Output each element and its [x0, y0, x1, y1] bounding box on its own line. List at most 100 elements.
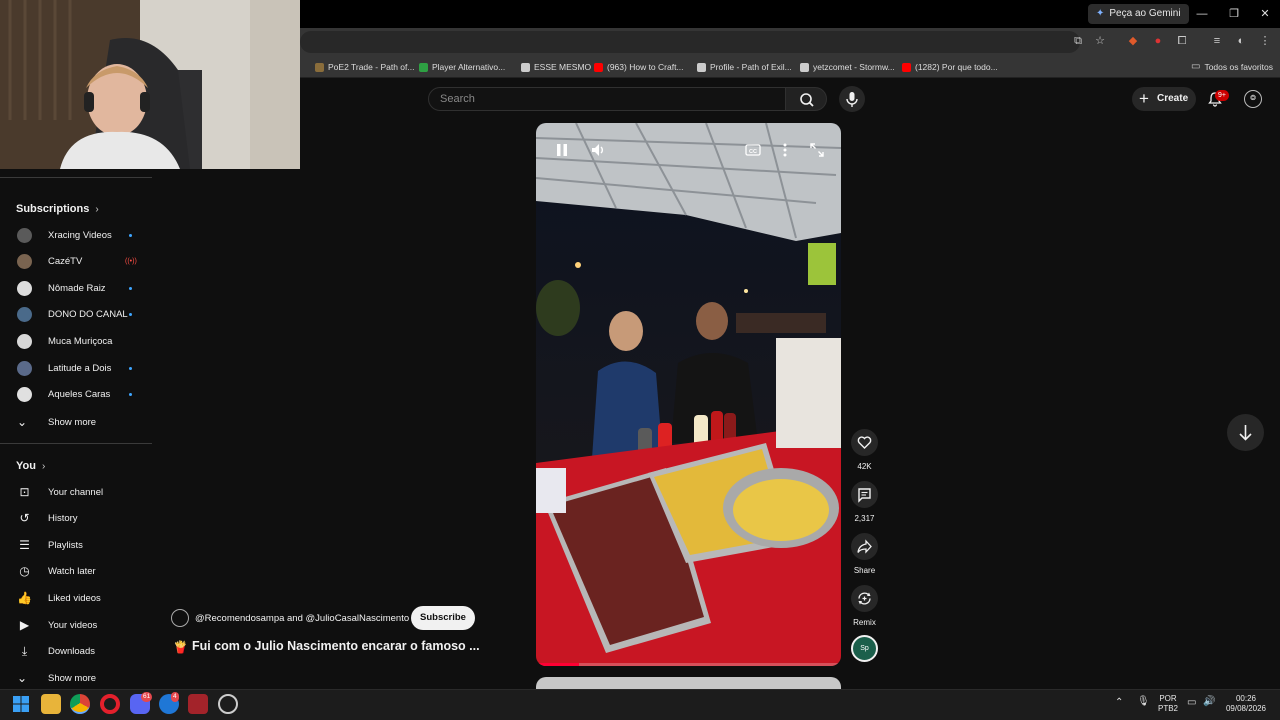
- pause-icon: [557, 144, 567, 156]
- bookmark-item[interactable]: yetzcomet - Stormw...: [800, 58, 895, 76]
- all-favorites-folder[interactable]: ▭ Todos os favoritos: [1191, 58, 1273, 76]
- gemini-button[interactable]: ✦ Peça ao Gemini: [1088, 4, 1189, 24]
- clock[interactable]: 00:26 09/08/2026: [1222, 694, 1270, 714]
- channel-avatar: [17, 333, 32, 349]
- share-icon: [857, 539, 872, 554]
- share-button[interactable]: [851, 533, 878, 560]
- subscriptions-heading[interactable]: Subscriptions ›: [16, 201, 116, 217]
- language-code: POR: [1159, 694, 1177, 703]
- discord-badge: 61: [141, 692, 153, 702]
- you-heading-label: You: [16, 460, 36, 472]
- subscription-label: Aqueles Caras: [48, 389, 111, 401]
- extensions-puzzle-icon[interactable]: ⧠: [1175, 34, 1189, 48]
- extension-fox-icon[interactable]: ◆: [1126, 34, 1140, 48]
- steam-app-icon[interactable]: [218, 694, 238, 714]
- you-item[interactable]: ☰ Playlists: [0, 532, 152, 558]
- windows-start-icon[interactable]: [13, 696, 29, 712]
- subscription-item[interactable]: Nômade Raiz: [0, 275, 152, 301]
- you-item[interactable]: ▶ Your videos: [0, 612, 152, 638]
- show-more-label: Show more: [48, 416, 97, 428]
- channel-name-link[interactable]: @Recomendosampa and @JulioCasalNasciment…: [195, 613, 409, 624]
- account-avatar[interactable]: ❂: [1244, 90, 1262, 108]
- keyboard-layout: PTB2: [1157, 704, 1178, 713]
- tray-overflow-icon[interactable]: ⌃: [1115, 697, 1123, 708]
- tray-microphone-icon[interactable]: 🎙: [1137, 696, 1150, 707]
- subscription-item[interactable]: Muca Muriçoca: [0, 328, 152, 354]
- webcam-overlay: [0, 0, 300, 169]
- language-indicator[interactable]: POR PTB2: [1155, 694, 1181, 714]
- subscription-item[interactable]: Aqueles Caras: [0, 382, 152, 408]
- pause-button[interactable]: [553, 141, 571, 159]
- media-controls-icon[interactable]: ≡: [1210, 34, 1224, 48]
- file-explorer-icon[interactable]: [41, 694, 61, 714]
- opera-icon[interactable]: [100, 694, 120, 714]
- bookmark-item[interactable]: ESSE MESMO: [521, 58, 591, 76]
- restore-window-icon[interactable]: ❐: [1226, 6, 1242, 22]
- comments-button[interactable]: [851, 481, 878, 508]
- you-item[interactable]: ⤓ Downloads: [0, 639, 152, 665]
- install-app-icon[interactable]: ⧉: [1071, 34, 1085, 48]
- bookmark-star-icon[interactable]: ☆: [1093, 34, 1107, 48]
- clock-date: 09/08/2026: [1225, 704, 1267, 713]
- subscription-item[interactable]: Xracing Videos: [0, 222, 152, 248]
- you-item[interactable]: ◷ Watch later: [0, 559, 152, 585]
- short-video-player[interactable]: [536, 123, 841, 666]
- voice-search-button[interactable]: [839, 86, 865, 112]
- bookmark-label: (963) How to Craft...: [607, 62, 684, 72]
- video-progress-track[interactable]: [536, 663, 841, 666]
- you-item-label: Downloads: [48, 646, 95, 658]
- search-icon: [800, 93, 814, 107]
- bookmark-item[interactable]: Player Alternativo...: [419, 58, 505, 76]
- bookmark-item[interactable]: Profile - Path of Exil...: [697, 58, 792, 76]
- bookmark-item[interactable]: (963) How to Craft...: [594, 58, 684, 76]
- you-item[interactable]: ↺ History: [0, 506, 152, 532]
- extension-record-icon[interactable]: ●: [1151, 34, 1165, 48]
- network-icon[interactable]: ▭: [1187, 697, 1196, 708]
- browser-menu-icon[interactable]: ⋮: [1258, 34, 1272, 48]
- close-window-icon[interactable]: ✕: [1257, 6, 1273, 22]
- you-item[interactable]: 👍 Liked videos: [0, 585, 152, 611]
- captions-button[interactable]: CC: [744, 141, 762, 159]
- remix-button[interactable]: [851, 585, 878, 612]
- you-show-more[interactable]: ⌄ Show more: [0, 665, 152, 691]
- speaker-icon[interactable]: 🔊: [1203, 696, 1215, 707]
- chrome-icon[interactable]: [70, 694, 90, 714]
- bookmark-item[interactable]: PoE2 Trade - Path of...: [315, 58, 414, 76]
- next-short-button[interactable]: [1227, 414, 1264, 451]
- minimize-window-icon[interactable]: —: [1194, 6, 1210, 22]
- you-heading[interactable]: You ›: [16, 458, 76, 474]
- arrow-down-icon: [1239, 425, 1252, 441]
- fullscreen-button[interactable]: [808, 141, 826, 159]
- channel-avatar: [17, 280, 32, 296]
- more-vertical-icon: [783, 143, 787, 157]
- subscription-item[interactable]: Latitude a Dois: [0, 355, 152, 381]
- subscriptions-show-more[interactable]: ⌄ Show more: [0, 409, 152, 435]
- like-button[interactable]: [851, 429, 878, 456]
- subscription-item[interactable]: DONO DO CANAL: [0, 302, 152, 328]
- address-bar[interactable]: [300, 31, 1080, 53]
- subscribe-button[interactable]: Subscribe: [411, 606, 475, 630]
- live-icon: ((•)): [125, 258, 137, 266]
- channel-avatar[interactable]: [171, 609, 189, 627]
- gemini-sparkle-icon: ✦: [1096, 8, 1105, 19]
- search-button[interactable]: [785, 87, 827, 111]
- bookmark-favicon-icon: [697, 62, 706, 72]
- subscription-label: DONO DO CANAL: [48, 309, 128, 321]
- new-content-dot: [129, 286, 132, 290]
- captions-icon: CC: [745, 144, 761, 156]
- next-short-preview[interactable]: [536, 677, 841, 689]
- volume-button[interactable]: [589, 141, 607, 159]
- more-options-button[interactable]: [776, 141, 794, 159]
- subscription-item[interactable]: CazéTV ((•)): [0, 249, 152, 275]
- channel-avatar: [17, 307, 32, 323]
- sound-source-avatar[interactable]: Sp: [851, 635, 878, 662]
- video-frame-image: [536, 123, 841, 666]
- short-title[interactable]: Fui com o Julio Nascimento encarar o fam…: [192, 639, 480, 653]
- game-app-icon[interactable]: [188, 694, 208, 714]
- like-count: 42K: [857, 462, 872, 471]
- microphone-icon: [846, 92, 858, 107]
- search-input[interactable]: Search: [428, 87, 786, 111]
- you-item[interactable]: ⊡ Your channel: [0, 479, 152, 505]
- profile-avatar-icon[interactable]: ◐: [1234, 34, 1248, 48]
- bookmark-item[interactable]: (1282) Por que todo...: [902, 58, 998, 76]
